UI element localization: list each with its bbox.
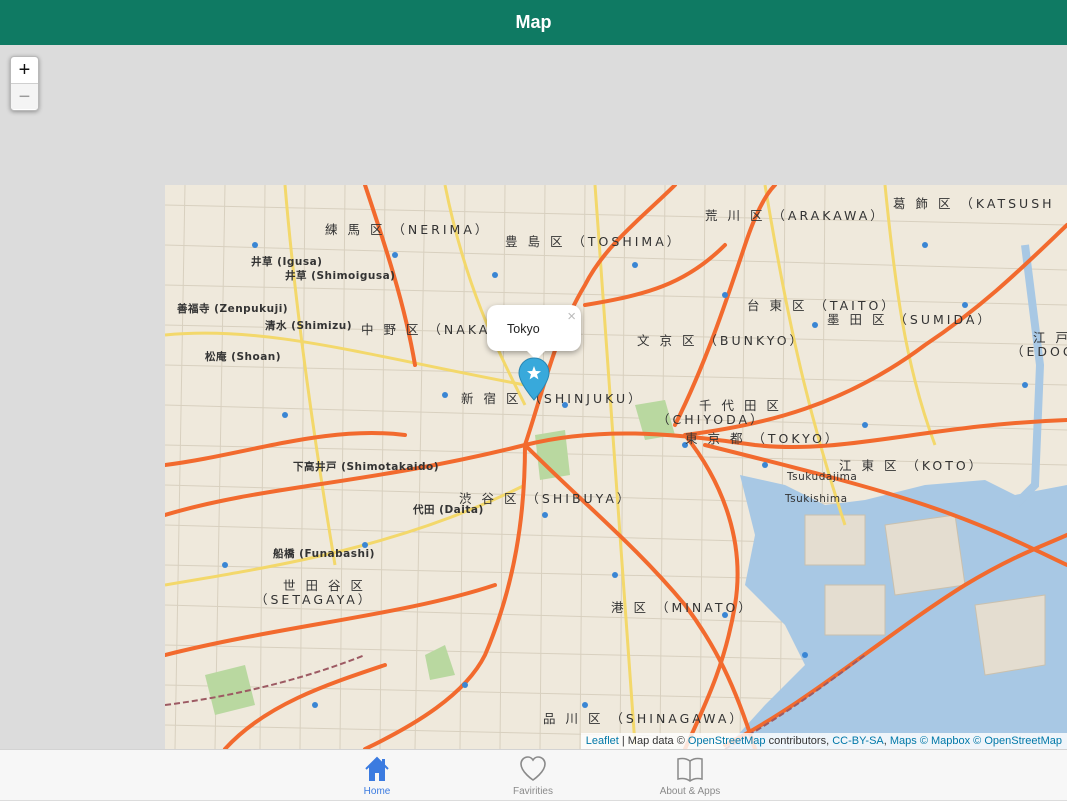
tab-favorites[interactable]: Favirities [473,750,593,801]
mapbox-link[interactable]: Maps © Mapbox © OpenStreetMap [890,735,1062,747]
area-label-shimotakaido: 下高井戸 (Shimotakaido) [293,461,440,473]
area-label-tsukudajima: Tsukudajima [787,471,858,483]
district-label-chiyoda: （CHIYODA） [657,412,766,427]
district-label-setagaya: （SETAGAYA） [255,592,374,607]
area-label-tsukishima: Tsukishima [785,493,848,505]
tab-about-apps[interactable]: About & Apps [630,750,750,801]
license-link[interactable]: CC-BY-SA [832,735,884,747]
district-label-shinagawa: 品 川 区 （SHINAGAWA） [543,711,745,726]
district-label-tokyo: 東 京 都 （TOKYO） [685,431,841,446]
district-label-arakawa: 荒 川 区 （ARAKAWA） [705,208,886,223]
area-label-zenpukuji: 善福寺 (Zenpukuji) [177,303,289,315]
popup-close-icon[interactable]: × [567,308,576,325]
zoom-out-button[interactable]: − [11,83,38,109]
house-icon [365,756,389,781]
attribution-text-1: | Map data © [618,735,688,747]
district-label-shinjuku: 新 宿 区 （SHINJUKU） [461,391,644,406]
district-label-koto: 江 東 区 （KOTO） [839,458,985,473]
marker-popup: Tokyo × [487,305,581,360]
map-tiles[interactable]: 練 馬 区 （NERIMA） 豊 島 区 （TOSHIMA） 荒 川 区 （AR… [165,185,1067,749]
osm-link[interactable]: OpenStreetMap [688,735,766,747]
tab-label-home: Home [363,786,391,797]
district-label-katsushika: 葛 飾 区 （KATSUSH [893,196,1055,211]
header-bar: Map [0,0,1067,45]
attribution-text-2: contributors, [765,735,833,747]
area-label-funabashi: 船橋 (Funabashi) [273,548,375,560]
location-marker-icon[interactable] [518,357,550,401]
tab-label-about-apps: About & Apps [659,786,721,797]
page-title: Map [515,12,552,32]
zoom-in-button[interactable]: + [11,57,38,83]
area-label-shimizu: 清水 (Shimizu) [265,320,353,332]
district-label-shibuya: 渋 谷 区 （SHIBUYA） [459,491,633,506]
district-label-bunkyo: 文 京 区 （BUNKYO） [637,333,806,348]
area-label-shimoigusa: 井草 (Shimoigusa) [285,270,396,282]
district-label-sumida: 墨 田 区 （SUMIDA） [827,312,993,327]
zoom-control: + − [10,56,39,111]
district-label-toshima: 豊 島 区 （TOSHIMA） [505,234,683,249]
area-label-shoan: 松庵 (Shoan) [205,351,282,363]
leaflet-link[interactable]: Leaflet [586,735,619,747]
district-label-nakano: 中 野 区 （NAKA [361,322,491,337]
bottom-tab-bar: Home Favirities About & Apps [0,749,1067,800]
heart-icon [520,756,546,781]
district-label-minato: 港 区 （MINATO） [611,600,754,615]
tab-label-favorites: Favirities [512,786,553,797]
tab-home[interactable]: Home [317,750,437,801]
area-label-igusa: 井草 (Igusa) [251,256,323,268]
map-view[interactable]: + − 練 馬 区 （NERIMA） 豊 島 区 （TOSHIMA） 荒 川 区… [0,45,1067,749]
book-icon [677,757,703,782]
popup-text: Tokyo [507,322,540,336]
map-attribution: Leaflet | Map data © OpenStreetMap contr… [580,733,1067,749]
district-label-edogawa: （EDOG [1011,344,1067,359]
area-label-daita: 代田 (Daita) [413,504,484,516]
district-label-nerima: 練 馬 区 （NERIMA） [325,222,491,237]
